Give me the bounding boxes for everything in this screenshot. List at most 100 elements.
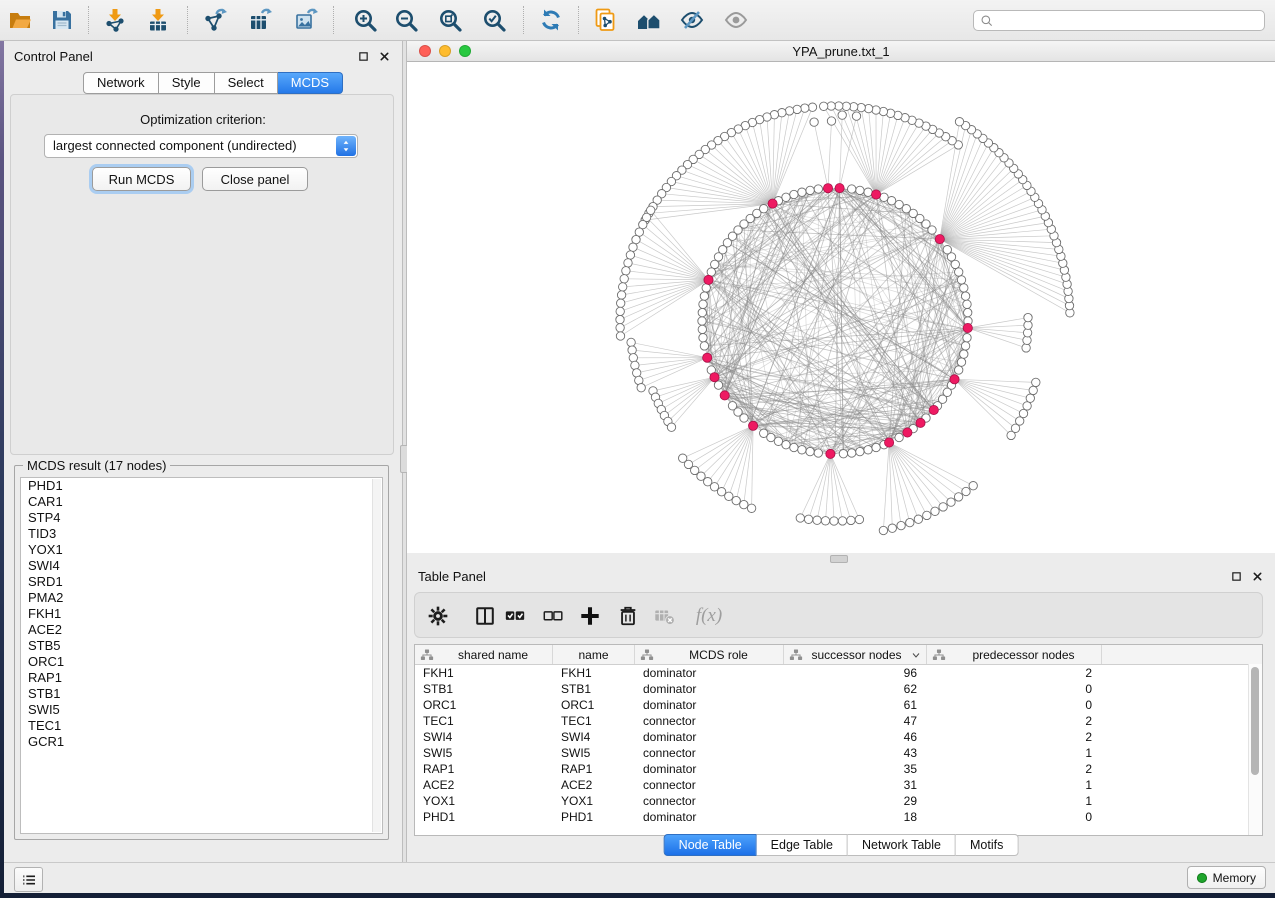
network-leaf-node[interactable] xyxy=(747,504,755,512)
network-node[interactable] xyxy=(774,437,782,445)
network-node[interactable] xyxy=(960,350,968,358)
open-folder-button[interactable] xyxy=(5,5,35,35)
network-leaf-node[interactable] xyxy=(626,251,634,259)
tab-node-table[interactable]: Node Table xyxy=(664,834,757,856)
network-leaf-node[interactable] xyxy=(830,517,838,525)
network-leaf-node[interactable] xyxy=(852,112,860,120)
delete-columns-button[interactable] xyxy=(614,602,642,630)
settings-gear-button[interactable] xyxy=(424,602,452,630)
network-node[interactable] xyxy=(856,447,864,455)
panel-splitter-horizontal[interactable] xyxy=(407,553,1275,563)
network-node[interactable] xyxy=(864,446,872,454)
network-leaf-node[interactable] xyxy=(1019,409,1027,417)
mcds-result-item[interactable]: STB1 xyxy=(21,686,382,702)
mcds-result-item[interactable]: ACE2 xyxy=(21,622,382,638)
toggle-panes-button[interactable] xyxy=(471,602,499,630)
network-leaf-node[interactable] xyxy=(617,299,625,307)
criterion-dropdown[interactable]: largest connected component (undirected) xyxy=(44,134,358,158)
network-node[interactable] xyxy=(961,292,969,300)
network-leaf-node[interactable] xyxy=(872,106,880,114)
network-node[interactable] xyxy=(700,292,708,300)
network-node[interactable] xyxy=(699,300,707,308)
save-session-button[interactable] xyxy=(47,5,77,35)
network-node[interactable] xyxy=(964,308,972,316)
network-leaf-node[interactable] xyxy=(732,496,740,504)
network-node[interactable] xyxy=(887,197,895,205)
mcds-result-item[interactable]: SRD1 xyxy=(21,574,382,590)
mcds-result-item[interactable]: FKH1 xyxy=(21,606,382,622)
network-leaf-node[interactable] xyxy=(622,267,630,275)
close-panel-button[interactable]: Close panel xyxy=(202,167,308,191)
column-header-MCDS-role[interactable]: MCDS role xyxy=(635,645,784,664)
network-leaf-node[interactable] xyxy=(1029,386,1037,394)
mcds-hub-node[interactable] xyxy=(749,421,758,430)
mcds-hub-node[interactable] xyxy=(929,405,938,414)
network-node[interactable] xyxy=(955,366,963,374)
close-panel-icon[interactable] xyxy=(378,50,390,62)
network-leaf-node[interactable] xyxy=(838,517,846,525)
network-leaf-node[interactable] xyxy=(1024,321,1032,329)
network-node[interactable] xyxy=(698,308,706,316)
network-leaf-node[interactable] xyxy=(835,102,843,110)
mcds-result-item[interactable]: YOX1 xyxy=(21,542,382,558)
network-node[interactable] xyxy=(790,443,798,451)
run-mcds-button[interactable]: Run MCDS xyxy=(92,167,191,191)
network-leaf-node[interactable] xyxy=(954,493,962,501)
mcds-result-item[interactable]: PMA2 xyxy=(21,590,382,606)
network-leaf-node[interactable] xyxy=(1022,344,1030,352)
network-leaf-node[interactable] xyxy=(627,338,635,346)
table-row[interactable]: ORC1ORC1dominator610 xyxy=(415,697,1262,713)
mcds-result-item[interactable]: SWI5 xyxy=(21,702,382,718)
mcds-result-item[interactable]: TEC1 xyxy=(21,718,382,734)
network-leaf-node[interactable] xyxy=(616,324,624,332)
network-leaf-node[interactable] xyxy=(632,235,640,243)
table-scrollbar[interactable] xyxy=(1248,664,1262,835)
network-node[interactable] xyxy=(856,186,864,194)
tab-select[interactable]: Select xyxy=(215,72,278,94)
network-leaf-node[interactable] xyxy=(616,307,624,315)
network-node[interactable] xyxy=(814,449,822,457)
network-leaf-node[interactable] xyxy=(631,361,639,369)
tab-edge-table[interactable]: Edge Table xyxy=(757,834,848,856)
network-node[interactable] xyxy=(698,325,706,333)
mcds-hub-node[interactable] xyxy=(872,190,881,199)
show-panels-button[interactable] xyxy=(14,867,43,892)
network-node[interactable] xyxy=(955,268,963,276)
network-node[interactable] xyxy=(782,441,790,449)
network-node[interactable] xyxy=(963,300,971,308)
mcds-result-item[interactable]: STB5 xyxy=(21,638,382,654)
network-leaf-node[interactable] xyxy=(879,526,887,534)
splitter-grabber[interactable] xyxy=(830,555,848,563)
table-row[interactable]: PHD1PHD1dominator180 xyxy=(415,809,1262,825)
network-leaf-node[interactable] xyxy=(667,423,675,431)
table-scrollbar-thumb[interactable] xyxy=(1251,667,1259,775)
network-leaf-node[interactable] xyxy=(813,516,821,524)
table-row[interactable]: SWI5SWI5connector431 xyxy=(415,745,1262,761)
network-leaf-node[interactable] xyxy=(1023,402,1031,410)
network-leaf-node[interactable] xyxy=(808,103,816,111)
network-leaf-node[interactable] xyxy=(969,482,977,490)
mcds-hub-node[interactable] xyxy=(826,449,835,458)
import-network-button[interactable] xyxy=(100,5,130,35)
mcds-hub-node[interactable] xyxy=(720,391,729,400)
mcds-result-item[interactable]: STP4 xyxy=(21,510,382,526)
search-field[interactable] xyxy=(973,10,1265,31)
mcds-result-item[interactable]: GCR1 xyxy=(21,734,382,750)
network-node[interactable] xyxy=(957,358,965,366)
table-row[interactable]: STB1STB1dominator620 xyxy=(415,681,1262,697)
mcds-hub-node[interactable] xyxy=(963,323,972,332)
network-leaf-node[interactable] xyxy=(939,503,947,511)
network-leaf-node[interactable] xyxy=(725,492,733,500)
network-node[interactable] xyxy=(699,334,707,342)
network-graph[interactable] xyxy=(407,62,1275,553)
table-row[interactable]: RAP1RAP1dominator352 xyxy=(415,761,1262,777)
network-node[interactable] xyxy=(943,246,951,254)
tab-network-table[interactable]: Network Table xyxy=(848,834,956,856)
network-leaf-node[interactable] xyxy=(629,243,637,251)
network-node[interactable] xyxy=(700,342,708,350)
mcds-result-item[interactable]: CAR1 xyxy=(21,494,382,510)
table-row[interactable]: SWI4SWI4dominator462 xyxy=(415,729,1262,745)
mcds-result-list[interactable]: PHD1CAR1STP4TID3YOX1SWI4SRD1PMA2FKH1ACE2… xyxy=(20,477,383,834)
select-all-columns-button[interactable] xyxy=(501,602,529,630)
table-row[interactable]: YOX1YOX1connector291 xyxy=(415,793,1262,809)
